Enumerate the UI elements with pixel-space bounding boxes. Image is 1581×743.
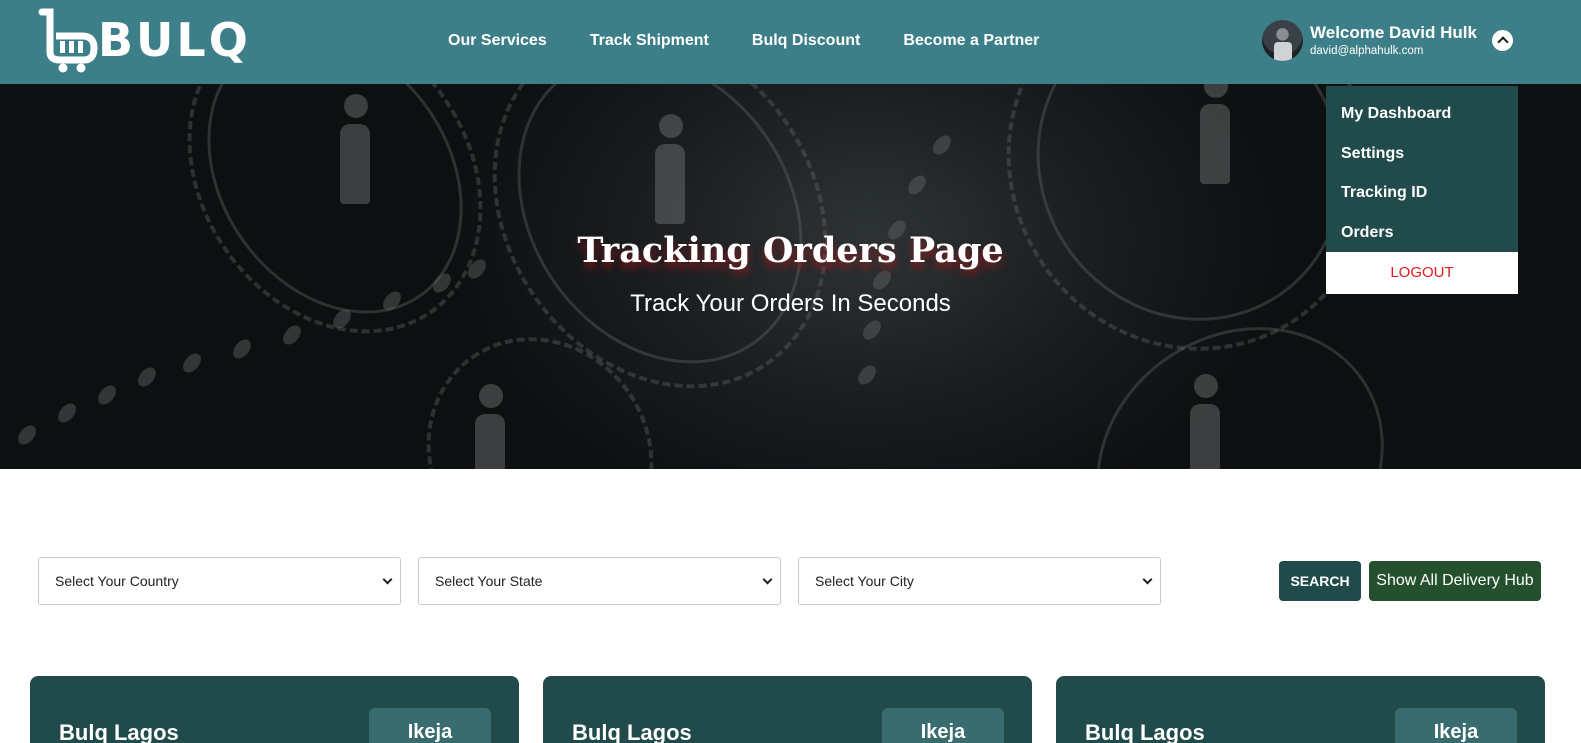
decorative-dot: [929, 132, 955, 158]
country-select[interactable]: Select Your Country: [38, 557, 401, 605]
menu-item-orders[interactable]: Orders: [1341, 224, 1393, 242]
state-select-value: Select Your State: [435, 573, 543, 589]
city-select[interactable]: Select Your City: [798, 557, 1161, 605]
chevron-down-icon: [762, 574, 773, 585]
top-header: BULQ Our Services Track Shipment Bulq Di…: [0, 0, 1581, 84]
decorative-dot: [904, 172, 930, 198]
logout-button[interactable]: LOGOUT: [1326, 252, 1518, 294]
chevron-down-icon: [1142, 574, 1153, 585]
user-dropdown-menu: My Dashboard Settings Tracking ID Orders…: [1326, 86, 1518, 294]
city-select-value: Select Your City: [815, 573, 914, 589]
hub-card-tag: Ikeja: [882, 708, 1004, 743]
decorative-dot: [14, 422, 40, 448]
chevron-down-icon: [382, 574, 393, 585]
decorative-dot: [229, 336, 255, 362]
show-all-delivery-hub-button[interactable]: Show All Delivery Hub: [1369, 561, 1541, 601]
avatar[interactable]: [1262, 20, 1303, 61]
chevron-up-icon[interactable]: [1492, 30, 1513, 51]
welcome-text: Welcome David Hulk: [1310, 23, 1477, 42]
person-silhouette-icon: [340, 94, 370, 204]
decorative-dot: [134, 364, 160, 390]
hub-card-name: Bulq Lagos: [1085, 720, 1205, 743]
person-silhouette-icon: [1200, 84, 1230, 184]
person-silhouette-icon: [475, 384, 505, 469]
decorative-dot: [279, 322, 305, 348]
person-silhouette-icon: [1190, 374, 1220, 469]
nav-track-shipment[interactable]: Track Shipment: [590, 32, 709, 50]
hub-card-tag-label: Ikeja: [920, 721, 966, 743]
user-email: david@alphahulk.com: [1310, 45, 1424, 57]
menu-item-settings[interactable]: Settings: [1341, 145, 1404, 163]
menu-item-tracking-id[interactable]: Tracking ID: [1341, 184, 1427, 202]
hub-card-tag: Ikeja: [1395, 708, 1517, 743]
page-subtitle: Track Your Orders In Seconds: [630, 290, 951, 317]
main-nav: Our Services Track Shipment Bulq Discoun…: [448, 32, 1082, 50]
logo-wordmark: BULQ: [98, 13, 251, 67]
nav-become-partner[interactable]: Become a Partner: [903, 32, 1039, 50]
bulq-logo[interactable]: BULQ: [36, 6, 248, 74]
nav-our-services[interactable]: Our Services: [448, 32, 547, 50]
nav-bulq-discount[interactable]: Bulq Discount: [752, 32, 860, 50]
hub-card-name: Bulq Lagos: [59, 720, 179, 743]
decorative-dot: [94, 382, 120, 408]
user-menu[interactable]: Welcome David Hulk david@alphahulk.com: [1262, 20, 1562, 62]
search-button[interactable]: SEARCH: [1279, 561, 1361, 601]
person-silhouette-icon: [655, 114, 685, 224]
hub-card-name: Bulq Lagos: [572, 720, 692, 743]
decorative-dot: [54, 400, 80, 426]
decorative-dot: [179, 350, 205, 376]
hub-card[interactable]: Bulq Lagos Ikeja: [1056, 676, 1545, 743]
hub-card-tag: Ikeja: [369, 708, 491, 743]
hub-card-tag-label: Ikeja: [407, 721, 453, 743]
decorative-dot: [859, 317, 885, 343]
country-select-value: Select Your Country: [55, 573, 179, 589]
hub-card[interactable]: Bulq Lagos Ikeja: [30, 676, 519, 743]
state-select[interactable]: Select Your State: [418, 557, 781, 605]
hub-card[interactable]: Bulq Lagos Ikeja: [543, 676, 1032, 743]
menu-item-my-dashboard[interactable]: My Dashboard: [1341, 105, 1451, 123]
decorative-dot: [854, 362, 880, 388]
cart-logo-icon: [38, 8, 98, 73]
hub-card-tag-label: Ikeja: [1433, 721, 1479, 743]
